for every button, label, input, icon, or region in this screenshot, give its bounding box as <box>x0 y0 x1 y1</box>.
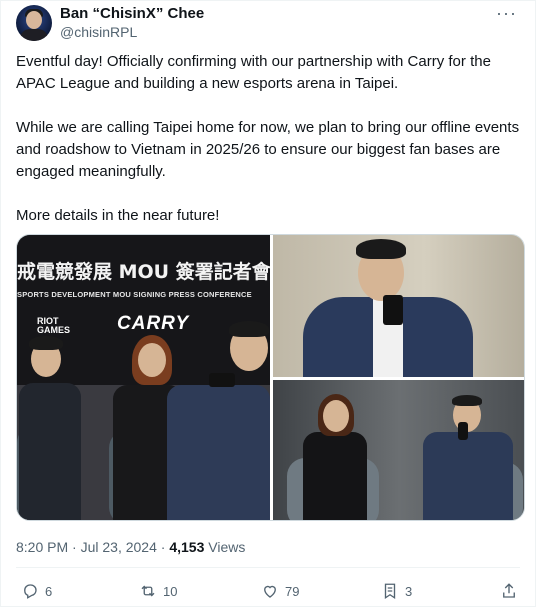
tweet-paragraph: More details in the near future! <box>16 207 220 224</box>
riot-logo-line2: GAMES <box>37 325 71 335</box>
bookmark-count: 3 <box>405 583 413 599</box>
tweet-timestamp[interactable]: 8:20 PM · Jul 23, 2024 · 4,153 Views <box>16 538 245 556</box>
like-count: 79 <box>285 583 300 599</box>
share-icon <box>503 583 515 598</box>
divider <box>16 567 520 568</box>
riot-games-logo: RIOT GAMES <box>37 317 70 335</box>
views-count: 4,153 <box>169 539 205 555</box>
share-button[interactable] <box>500 582 524 600</box>
like-button[interactable]: 79 <box>261 582 299 600</box>
reply-icon <box>24 584 37 599</box>
banner-title-zh: 戒電競發展 MOU 簽署記者會 <box>17 261 270 283</box>
bookmark-icon <box>384 583 396 600</box>
tweet-paragraph: While we are calling Taipei home for now… <box>16 119 520 180</box>
meta-separator: · <box>72 539 77 555</box>
tweet-time: 8:20 PM <box>16 539 69 555</box>
repost-count: 10 <box>163 583 178 599</box>
reply-count: 6 <box>45 583 53 599</box>
carry-logo: CARRY <box>117 313 190 334</box>
views-label: Views <box>208 539 246 555</box>
repost-button[interactable]: 10 <box>139 582 177 600</box>
tweet-text: Eventful day! Officially confirming with… <box>16 51 526 249</box>
tweet-date: Jul 23, 2024 <box>80 539 157 555</box>
more-options-icon[interactable]: ··· <box>496 3 517 24</box>
photo-speaker-closeup[interactable] <box>273 235 524 377</box>
photo-panel-wide[interactable]: 戒電競發展 MOU 簽署記者會 SPORTS DEVELOPMENT MOU S… <box>17 235 270 520</box>
tweet-paragraph: Eventful day! Officially confirming with… <box>16 53 491 92</box>
action-bar: 6 10 79 3 <box>1 576 538 606</box>
author-handle[interactable]: @chisinRPL <box>60 23 137 41</box>
repost-icon <box>141 585 155 597</box>
like-icon <box>264 585 276 598</box>
avatar[interactable] <box>16 5 52 41</box>
banner-title-en: SPORTS DEVELOPMENT MOU SIGNING PRESS CON… <box>17 290 252 299</box>
author-display-name[interactable]: Ban “ChisinX” Chee <box>60 5 204 23</box>
media-grid: 戒電競發展 MOU 簽署記者會 SPORTS DEVELOPMENT MOU S… <box>16 234 525 521</box>
reply-button[interactable]: 6 <box>21 582 52 600</box>
photo-panel-duo[interactable] <box>273 380 524 520</box>
tweet-card: Ban “ChisinX” Chee @chisinRPL ··· Eventf… <box>0 0 536 607</box>
meta-separator: · <box>160 539 166 555</box>
bookmark-button[interactable]: 3 <box>381 582 412 600</box>
